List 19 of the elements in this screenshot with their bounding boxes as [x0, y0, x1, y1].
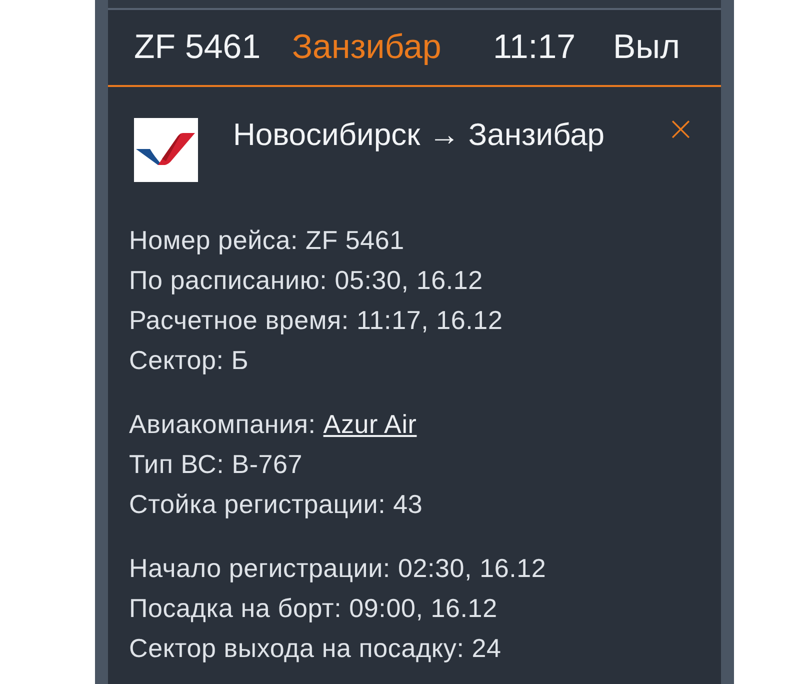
detail-line: Начало регистрации: 02:30, 16.12 — [129, 552, 546, 585]
flight-number: ZF 5461 — [134, 27, 262, 68]
detail-line: По расписанию: 05:30, 16.12 — [129, 264, 483, 297]
status-text: Выл — [613, 27, 680, 68]
detail-line: Сектор: Б — [129, 344, 249, 377]
detail-line: Авиакомпания: Azur Air — [129, 408, 417, 441]
logo-icon — [134, 118, 198, 182]
detail-line: Расчетное время: 11:17, 16.12 — [129, 304, 503, 337]
close-button[interactable]: × — [666, 112, 695, 146]
detail-line: Сектор выхода на посадку: 24 — [129, 632, 502, 665]
detail-line: Номер рейса: ZF 5461 — [129, 224, 404, 257]
time-text: 11:17 — [493, 27, 577, 68]
airline-link[interactable]: Azur Air — [323, 409, 417, 439]
destination-text: Занзибар — [292, 27, 442, 68]
detail-line: Тип ВС: B-767 — [129, 448, 303, 481]
route-title: Новосибирск → Занзибар — [233, 116, 605, 154]
flight-row[interactable]: ZF 5461 Занзибар 11:17 Выл — [108, 10, 721, 87]
detail-line: Стойка регистрации: 43 — [129, 488, 423, 521]
detail-line: Посадка на борт: 09:00, 16.12 — [129, 592, 498, 625]
